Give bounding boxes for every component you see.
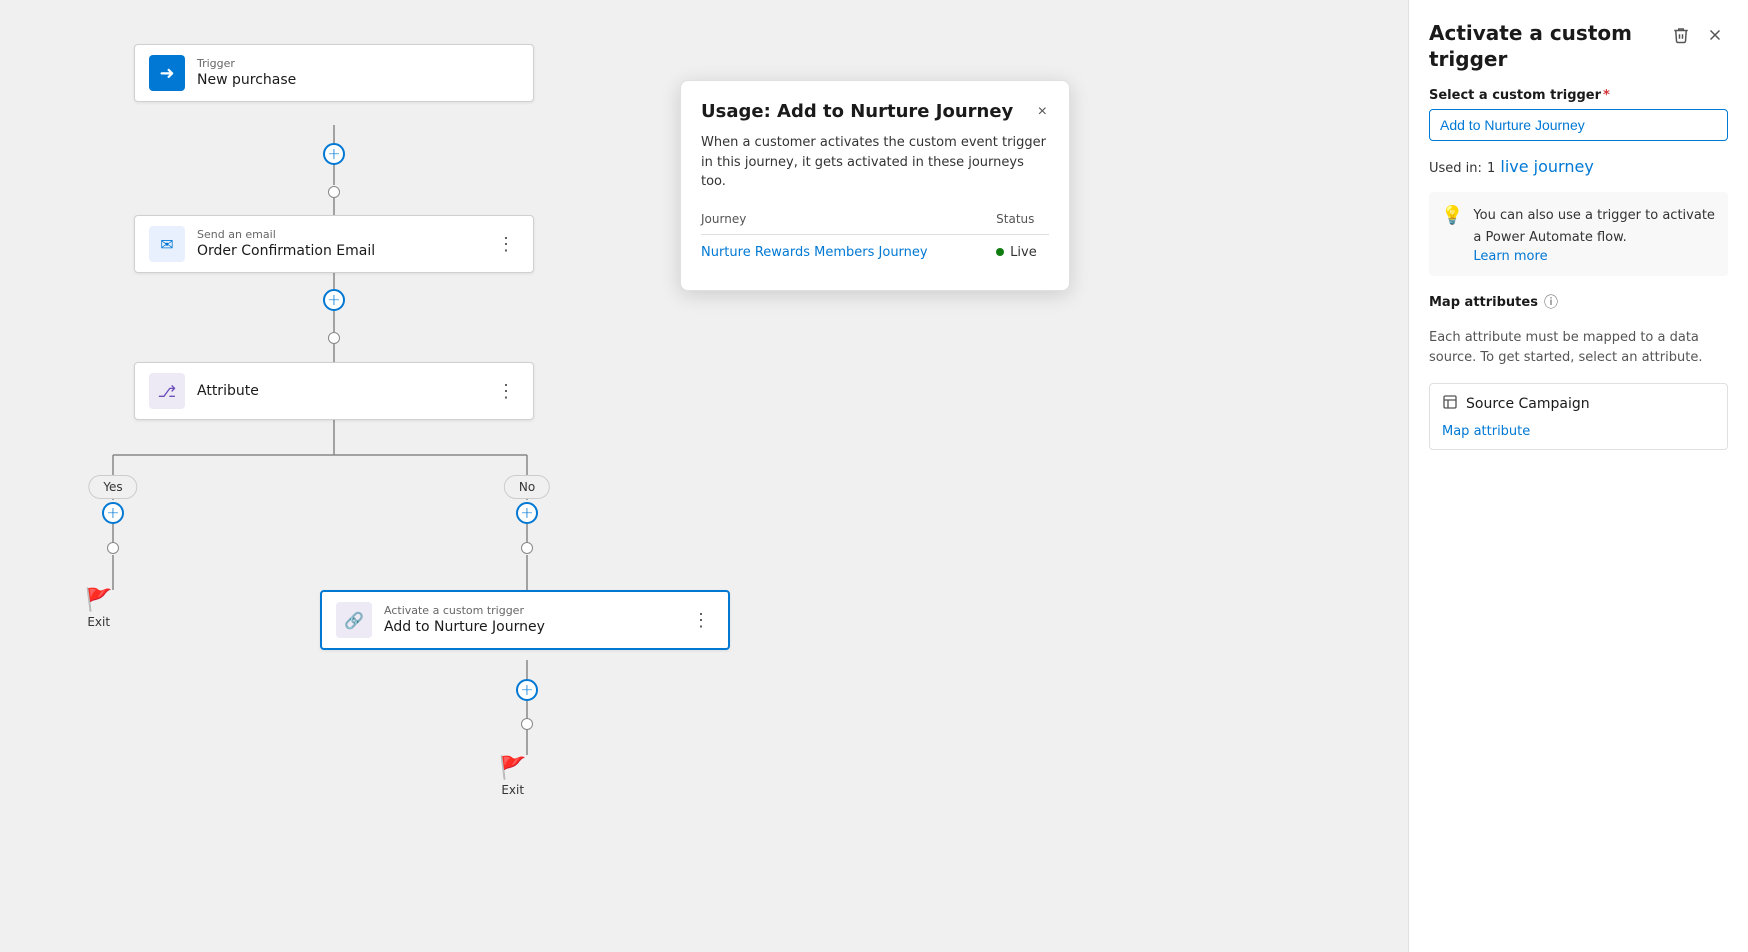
attribute-menu-btn[interactable]: ⋮ [493,379,519,404]
plus-btn-yes[interactable]: + [102,502,124,524]
attribute-card: Source Campaign Map attribute [1429,383,1728,450]
custom-trigger-icon: 🔗 [336,602,372,638]
usage-popup-header: Usage: Add to Nurture Journey × [701,101,1049,123]
map-attributes-info-icon[interactable]: ⓘ [1544,292,1558,312]
required-star: * [1603,88,1610,103]
map-attributes-header: Map attributes ⓘ [1429,292,1728,312]
attribute-card-header: Source Campaign [1442,394,1715,414]
trigger-input[interactable] [1429,109,1728,141]
journey-canvas: ➜ Trigger New purchase + ✉ Send an email… [0,0,1408,952]
map-attributes-description: Each attribute must be mapped to a data … [1429,328,1728,367]
send-email-text: Send an email Order Confirmation Email [197,228,375,259]
panel-actions [1668,22,1728,48]
activate-trigger-menu-btn[interactable]: ⋮ [688,608,714,633]
trigger-label: Trigger [197,57,296,70]
connector-no [521,542,533,554]
trigger-title: New purchase [197,71,296,89]
connector-2 [328,332,340,344]
plus-btn-3[interactable]: + [516,679,538,701]
exit-no-node: 🚩 Exit [499,756,526,797]
attribute-card-icon [1442,394,1458,414]
usage-table: Journey Status Nurture Rewards Members J… [701,208,1049,270]
exit-no-label: Exit [501,783,524,797]
status-dot [996,248,1004,256]
status-column-header: Status [996,208,1049,235]
info-content: You can also use a trigger to activate a… [1473,204,1716,264]
send-email-label: Send an email [197,228,375,241]
activate-trigger-label: Activate a custom trigger [384,604,545,617]
attribute-node[interactable]: ⎇ Attribute ⋮ [134,362,534,420]
connector-yes [107,542,119,554]
used-in-section: Used in: 1 live journey [1429,157,1728,176]
plus-btn-2[interactable]: + [323,289,345,311]
usage-popup-description: When a customer activates the custom eve… [701,133,1049,192]
close-panel-btn[interactable] [1702,22,1728,48]
usage-popup-title: Usage: Add to Nurture Journey [701,101,1036,122]
connector-1 [328,186,340,198]
trigger-node[interactable]: ➜ Trigger New purchase [134,44,534,102]
email-icon: ✉ [149,226,185,262]
trigger-section: Select a custom trigger* [1429,88,1728,141]
journey-link[interactable]: Nurture Rewards Members Journey [701,245,928,260]
delete-btn[interactable] [1668,22,1694,48]
attribute-title: Attribute [197,382,259,400]
map-attribute-link[interactable]: Map attribute [1442,424,1530,439]
activate-trigger-text: Activate a custom trigger Add to Nurture… [384,604,545,635]
connector-3 [521,718,533,730]
trigger-label-text: Select a custom trigger [1429,88,1601,103]
exit-yes-node: 🚩 Exit [85,588,112,629]
exit-yes-flag: 🚩 [85,588,112,613]
no-branch: No [504,475,550,499]
exit-yes-label: Exit [87,615,110,629]
status-text: Live [1010,245,1037,260]
used-in-count: 1 [1487,161,1495,176]
send-email-title: Order Confirmation Email [197,242,375,260]
trigger-section-label: Select a custom trigger* [1429,88,1728,103]
plus-btn-1[interactable]: + [323,143,345,165]
send-email-node[interactable]: ✉ Send an email Order Confirmation Email… [134,215,534,273]
attribute-text: Attribute [197,382,259,400]
right-panel: Activate a custom trigger Select a custo… [1408,0,1748,952]
status-live: Live [996,245,1049,260]
attribute-icon: ⎇ [149,373,185,409]
usage-popup-close-btn[interactable]: × [1036,101,1049,123]
activate-trigger-node[interactable]: 🔗 Activate a custom trigger Add to Nurtu… [320,590,730,650]
map-attributes-label: Map attributes [1429,295,1538,310]
learn-more-link[interactable]: Learn more [1473,249,1716,264]
yes-branch: Yes [88,475,137,499]
trigger-text: Trigger New purchase [197,57,296,88]
trigger-icon: ➜ [149,55,185,91]
usage-popup: Usage: Add to Nurture Journey × When a c… [680,80,1070,291]
panel-header: Activate a custom trigger [1429,20,1728,72]
panel-title: Activate a custom trigger [1429,20,1668,72]
info-text: You can also use a trigger to activate a… [1473,208,1715,245]
exit-no-flag: 🚩 [499,756,526,781]
used-in-prefix: Used in: [1429,161,1482,176]
attribute-name: Source Campaign [1466,396,1590,412]
activate-trigger-title: Add to Nurture Journey [384,618,545,636]
live-journey-link[interactable]: live journey [1500,157,1593,176]
info-box: 💡 You can also use a trigger to activate… [1429,192,1728,276]
journey-column-header: Journey [701,208,996,235]
send-email-menu-btn[interactable]: ⋮ [493,232,519,257]
usage-table-row: Nurture Rewards Members Journey Live [701,234,1049,270]
plus-btn-no[interactable]: + [516,502,538,524]
info-icon: 💡 [1441,205,1463,226]
